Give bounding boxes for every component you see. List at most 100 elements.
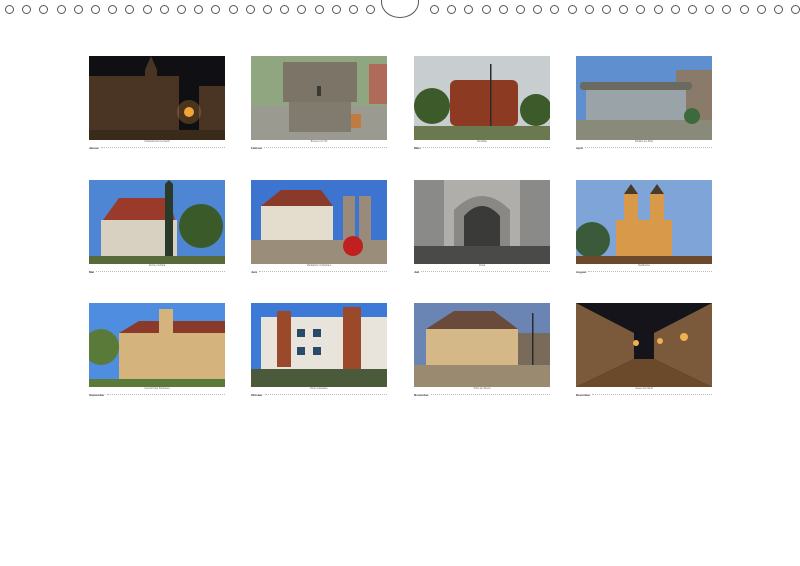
day-dots-apr — [584, 147, 712, 149]
caption-sep: Innenhof des Schlosses — [144, 387, 170, 390]
month-name-jan: Januar — [89, 146, 99, 150]
binding-hole — [516, 5, 525, 14]
month-name-mar: März — [414, 146, 421, 150]
binding-hole — [584, 5, 594, 14]
binding-hole — [297, 5, 307, 14]
month-name-feb: Februar — [251, 146, 263, 150]
photo-oct-image — [251, 303, 387, 387]
month-oct: Bunte Fassaden Oktober — [251, 303, 387, 398]
photo-mar-image — [414, 56, 550, 140]
binding-hole — [263, 5, 272, 14]
caption-apr: Pavillon am Platz — [634, 140, 654, 143]
photo-may — [89, 180, 225, 264]
binding-hole — [602, 5, 611, 14]
binding-hole — [366, 5, 376, 14]
binding-hole — [177, 5, 186, 14]
caption-jun: Marktplatz mit Rathaus — [306, 264, 332, 267]
month-name-may: Mai — [89, 270, 95, 274]
day-dots-sep — [106, 394, 225, 396]
caption-mar: Rundbau — [477, 140, 487, 143]
photo-may-image — [89, 180, 225, 264]
binding-hole — [245, 5, 255, 14]
binding-hole — [39, 5, 49, 14]
spiral-binding — [0, 0, 800, 22]
binding-hole — [194, 5, 204, 14]
binding-hole — [91, 5, 100, 14]
binding-hole — [125, 5, 135, 14]
caption-jul: Portal — [478, 264, 486, 267]
binding-hole — [447, 5, 457, 14]
binding-hole — [159, 5, 169, 14]
binding-hole — [228, 5, 238, 14]
photo-sep-image — [89, 303, 225, 387]
binding-hole — [314, 5, 324, 14]
month-name-sep: September — [89, 393, 105, 397]
month-name-apr: April — [576, 146, 583, 150]
binding-hole — [430, 5, 439, 14]
binding-hole — [331, 5, 341, 14]
photo-jul-image — [414, 180, 550, 264]
binding-hole — [619, 5, 629, 14]
caption-jan: Schlosskirche bei Nacht — [144, 140, 170, 143]
binding-hole — [550, 5, 560, 14]
binding-hole — [280, 5, 290, 14]
month-name-oct: Oktober — [251, 393, 263, 397]
day-dots-mar — [422, 147, 550, 149]
month-name-jul: Juli — [414, 270, 420, 274]
binding-hole — [73, 5, 83, 14]
month-may: Kirche mit Park Mai — [89, 180, 225, 275]
month-name-jun: Juni — [251, 270, 258, 274]
day-dots-dec — [592, 394, 712, 396]
photo-jul — [414, 180, 550, 264]
dayrow-may: Mai — [89, 270, 225, 274]
photo-mar — [414, 56, 550, 140]
photo-sep — [89, 303, 225, 387]
month-jun: Marktplatz mit Rathaus Juni — [251, 180, 387, 275]
binding-hole — [722, 5, 732, 14]
month-apr: Pavillon am Platz April — [576, 56, 712, 151]
day-dots-aug — [588, 271, 712, 273]
photo-dec-image — [576, 303, 712, 387]
month-dec: Gasse bei Nacht Dezember — [576, 303, 712, 398]
binding-hole — [739, 5, 749, 14]
binding-hole — [56, 5, 66, 14]
binding-hole — [533, 5, 543, 14]
binding-hole — [636, 5, 646, 14]
photo-feb — [251, 56, 387, 140]
photo-feb-image — [251, 56, 387, 140]
dayrow-jul: Juli — [414, 270, 550, 274]
day-dots-oct — [264, 394, 387, 396]
photo-jun-image — [251, 180, 387, 264]
binding-hole — [142, 5, 152, 14]
month-mar: Rundbau März — [414, 56, 550, 151]
binding-hole — [705, 5, 715, 14]
dayrow-aug: August — [576, 270, 712, 274]
caption-dec: Gasse bei Nacht — [635, 387, 653, 390]
day-dots-jul — [421, 271, 550, 273]
binding-hole — [653, 5, 663, 14]
month-grid: Schlosskirche bei Nacht Januar Brunnen i… — [89, 56, 712, 401]
dayrow-dec: Dezember — [576, 393, 712, 397]
photo-dec — [576, 303, 712, 387]
binding-hole — [349, 5, 358, 14]
month-jul: Portal Juli — [414, 180, 550, 275]
photo-oct — [251, 303, 387, 387]
binding-hole — [108, 5, 118, 14]
hanger-hook — [381, 0, 419, 18]
day-dots-may — [96, 271, 225, 273]
photo-aug — [576, 180, 712, 264]
binding-hole — [688, 5, 697, 14]
month-aug: Stadtkirche August — [576, 180, 712, 275]
month-name-nov: November — [414, 393, 429, 397]
binding-hole — [464, 5, 474, 14]
dayrow-jan: Januar — [89, 146, 225, 150]
month-jan: Schlosskirche bei Nacht Januar — [89, 56, 225, 151]
month-feb: Brunnen im Hof Februar — [251, 56, 387, 151]
month-name-aug: August — [576, 270, 587, 274]
photo-apr — [576, 56, 712, 140]
dayrow-nov: November — [414, 393, 550, 397]
dayrow-jun: Juni — [251, 270, 387, 274]
dayrow-apr: April — [576, 146, 712, 150]
binding-hole — [211, 5, 221, 14]
month-nov: Platz am Abend November — [414, 303, 550, 398]
